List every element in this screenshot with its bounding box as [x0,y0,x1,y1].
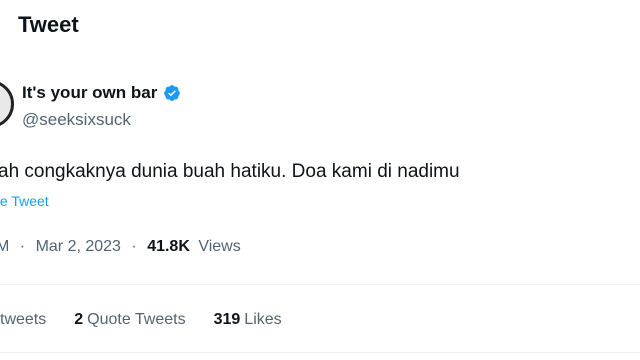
meta-separator: · [131,238,137,255]
tweet-time[interactable]: M [0,238,9,255]
views-label: Views [198,238,241,255]
author-name-row: It's your own bar [22,83,181,103]
author-handle[interactable]: @seeksixsuck [22,110,131,130]
tweet-meta: M · Mar 2, 2023 · 41.8K Views [0,238,241,256]
views-count: 41.8K [147,238,190,255]
divider [0,284,640,285]
retweets-stat[interactable]: tweets [0,311,46,329]
verified-badge-icon [163,84,181,102]
retweets-label: tweets [0,311,47,328]
tweet-detail-page: Tweet It's your own bar @seeksixsuck ah … [0,0,640,360]
likes-stat[interactable]: 319 Likes [214,311,282,329]
meta-separator: · [19,238,26,255]
avatar[interactable] [0,80,14,128]
quote-tweets-count: 2 [74,311,84,328]
page-title: Tweet [18,12,79,37]
quote-tweet-link[interactable]: te Tweet [0,193,49,209]
author-display-name[interactable]: It's your own bar [22,83,157,103]
divider [0,352,640,353]
quote-tweets-stat[interactable]: 2 Quote Tweets [74,311,185,329]
tweet-text: ah congkaknya dunia buah hatiku. Doa kam… [0,161,460,182]
quote-tweets-label: Quote Tweets [87,311,186,328]
likes-label: Likes [244,311,282,328]
engagement-stats: tweets 2 Quote Tweets 319 Likes [0,311,310,329]
tweet-date[interactable]: Mar 2, 2023 [36,238,121,255]
likes-count: 319 [213,311,241,328]
